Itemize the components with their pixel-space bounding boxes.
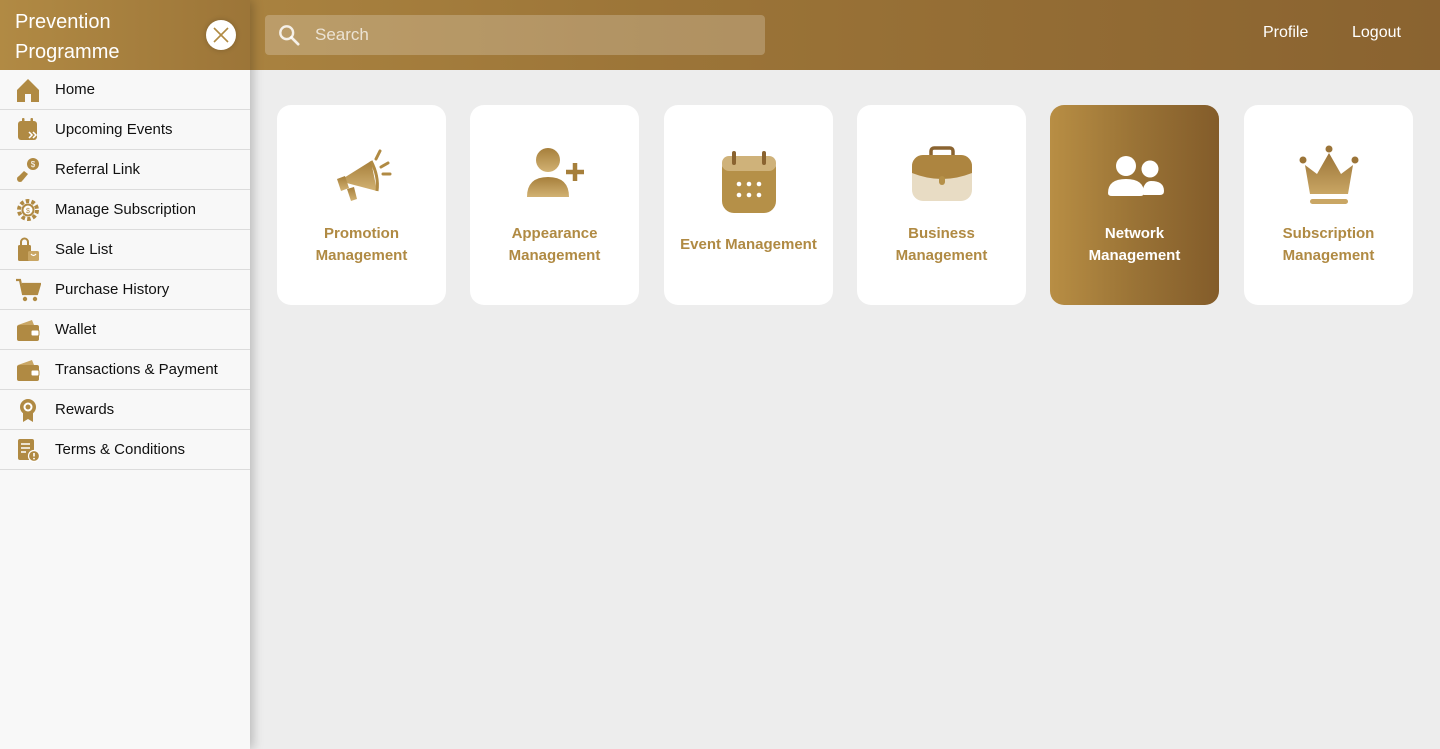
shopping-bag-icon xyxy=(18,237,39,261)
search-input[interactable] xyxy=(315,15,755,55)
card-label: Promotion Management xyxy=(277,223,446,267)
app-title: Prevention Programme xyxy=(15,11,120,63)
referral-money-icon: $ xyxy=(17,158,39,182)
sidebar-item-purchase-history[interactable]: Purchase History xyxy=(0,270,250,310)
card-appearance-management[interactable]: Appearance Management xyxy=(470,105,639,305)
sidebar-item-label: Referral Link xyxy=(55,161,141,178)
crown-icon xyxy=(1299,145,1358,204)
svg-text:$: $ xyxy=(26,208,30,215)
close-sidebar-button[interactable] xyxy=(206,20,236,50)
sidebar-item-label: Upcoming Events xyxy=(55,121,173,138)
sidebar-item-label: Transactions & Payment xyxy=(55,361,218,378)
sidebar-header: Prevention Programme xyxy=(0,0,250,70)
card-label-line1: Subscription xyxy=(1282,225,1375,242)
calendar-forward-icon xyxy=(18,118,38,140)
cart-icon xyxy=(16,278,41,302)
add-user-icon xyxy=(526,148,584,197)
card-label-line2: Management xyxy=(1282,247,1375,264)
sidebar-item-wallet[interactable]: Wallet xyxy=(0,310,250,350)
card-label-line2: Management xyxy=(895,247,988,264)
svg-text:$: $ xyxy=(31,160,36,169)
document-alert-icon xyxy=(18,439,41,463)
megaphone-icon xyxy=(336,149,391,201)
sidebar-item-rewards[interactable]: Rewards xyxy=(0,390,250,430)
sidebar-item-label: Terms & Conditions xyxy=(55,441,186,458)
sidebar: Prevention Programme Home Upcoming Event… xyxy=(0,0,250,749)
briefcase-icon xyxy=(911,146,972,201)
sidebar-item-terms-conditions[interactable]: Terms & Conditions xyxy=(0,430,250,470)
calendar-icon xyxy=(721,151,776,213)
card-label-line2: Management xyxy=(315,247,408,264)
logout-link[interactable]: Logout xyxy=(1352,24,1401,42)
sidebar-item-label: Purchase History xyxy=(55,281,170,298)
sidebar-item-label: Home xyxy=(55,81,96,98)
card-label-line1: Appearance xyxy=(511,225,598,242)
search-box[interactable] xyxy=(265,15,765,55)
home-icon xyxy=(17,79,39,102)
sidebar-item-transactions-payment[interactable]: Transactions & Payment xyxy=(0,350,250,390)
card-label-line2: Management xyxy=(508,247,601,264)
card-event-management[interactable]: Event Management xyxy=(664,105,833,305)
card-label: Business Management xyxy=(857,223,1026,267)
card-label-line1: Business xyxy=(908,225,975,242)
wallet-icon xyxy=(17,320,40,341)
users-icon xyxy=(1107,156,1164,196)
sidebar-menu: Home Upcoming Events $ Referral Link $ M… xyxy=(0,70,250,470)
card-business-management[interactable]: Business Management xyxy=(857,105,1026,305)
sidebar-item-label: Manage Subscription xyxy=(55,201,196,218)
card-label: Network Management xyxy=(1050,223,1219,267)
card-label-line1: Event Management xyxy=(680,236,817,253)
card-label-line1: Network xyxy=(1104,225,1165,242)
card-promotion-management[interactable]: Promotion Management xyxy=(277,105,446,305)
search-icon xyxy=(279,25,300,46)
sidebar-item-sale-list[interactable]: Sale List xyxy=(0,230,250,270)
sidebar-item-home[interactable]: Home xyxy=(0,70,250,110)
sidebar-item-label: Sale List xyxy=(55,241,113,258)
card-label-line2: Management xyxy=(1088,247,1181,264)
gear-dollar-icon: $ xyxy=(17,199,39,221)
profile-link[interactable]: Profile xyxy=(1263,24,1308,42)
card-label: Event Management xyxy=(664,234,833,256)
medal-icon xyxy=(20,399,36,422)
card-network-management[interactable]: Network Management xyxy=(1050,105,1219,305)
sidebar-item-label: Rewards xyxy=(55,401,115,418)
card-label: Subscription Management xyxy=(1244,223,1413,267)
card-subscription-management[interactable]: Subscription Management xyxy=(1244,105,1413,305)
card-label-line1: Promotion xyxy=(324,225,399,242)
sidebar-item-referral-link[interactable]: $ Referral Link xyxy=(0,150,250,190)
sidebar-item-label: Wallet xyxy=(55,321,97,338)
sidebar-item-manage-subscription[interactable]: $ Manage Subscription xyxy=(0,190,250,230)
close-icon xyxy=(213,27,229,43)
card-label: Appearance Management xyxy=(470,223,639,267)
wallet-payment-icon xyxy=(17,360,40,381)
sidebar-item-upcoming-events[interactable]: Upcoming Events xyxy=(0,110,250,150)
